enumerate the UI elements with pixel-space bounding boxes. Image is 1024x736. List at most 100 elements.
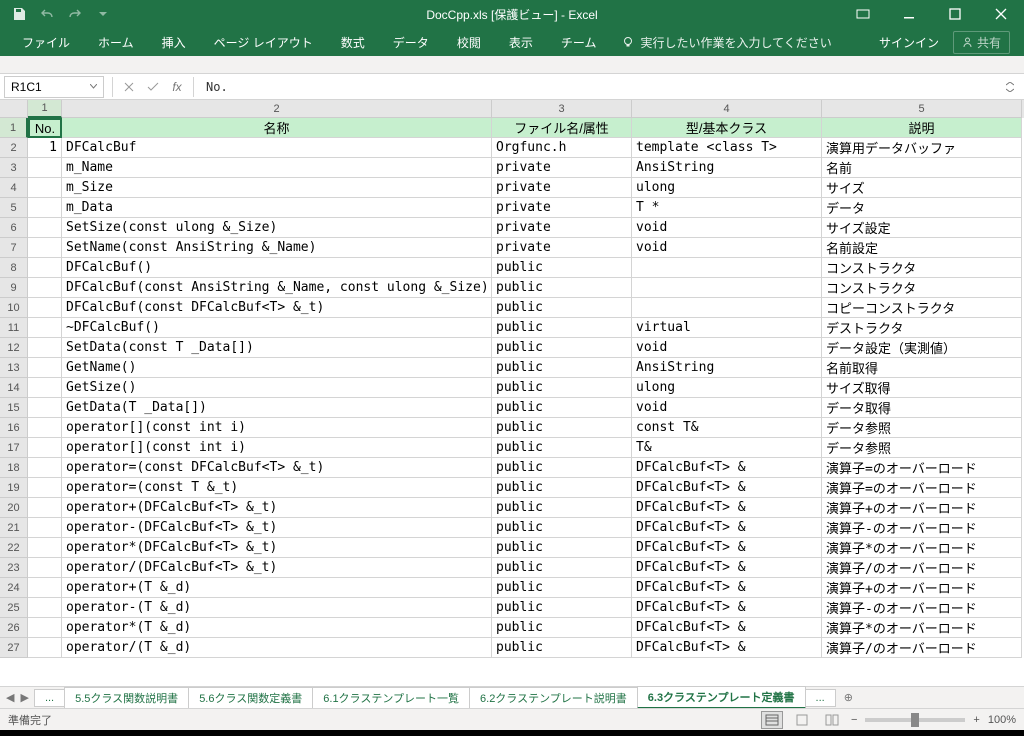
cell[interactable]: public [492,498,632,518]
view-pagelayout-icon[interactable] [791,711,813,729]
row-header[interactable]: 5 [0,198,28,218]
formula-input[interactable]: No. [198,80,1006,94]
cell[interactable]: データ [822,198,1022,218]
cell[interactable]: GetData(T _Data[]) [62,398,492,418]
minimize-icon[interactable] [886,0,932,28]
cell[interactable]: public [492,338,632,358]
tab-insert[interactable]: 挿入 [148,28,200,56]
cell[interactable]: データ設定（実測値） [822,338,1022,358]
cell[interactable]: public [492,358,632,378]
cell[interactable] [28,618,62,638]
cell[interactable]: GetSize() [62,378,492,398]
fx-icon[interactable]: fx [165,76,189,98]
cell[interactable]: public [492,538,632,558]
cell[interactable] [28,298,62,318]
cell[interactable]: public [492,318,632,338]
cell[interactable]: DFCalcBuf<T> & [632,558,822,578]
row-header[interactable]: 24 [0,578,28,598]
row-header[interactable]: 11 [0,318,28,338]
cell[interactable] [632,278,822,298]
cell[interactable]: DFCalcBuf<T> & [632,478,822,498]
cell[interactable]: operator[](const int i) [62,418,492,438]
enter-icon[interactable] [141,76,165,98]
col-header[interactable]: 1 [28,100,62,118]
table-header[interactable]: ファイル名/属性 [492,118,632,138]
cell[interactable]: private [492,238,632,258]
row-header[interactable]: 25 [0,598,28,618]
cell[interactable]: GetName() [62,358,492,378]
cell[interactable]: operator/(T &_d) [62,638,492,658]
cell[interactable]: public [492,418,632,438]
cell[interactable]: template <class T> [632,138,822,158]
cell[interactable]: DFCalcBuf [62,138,492,158]
cell[interactable] [632,258,822,278]
row-header[interactable]: 20 [0,498,28,518]
table-header[interactable]: 名称 [62,118,492,138]
cell[interactable]: const T& [632,418,822,438]
row-header[interactable]: 14 [0,378,28,398]
cell[interactable] [28,558,62,578]
redo-icon[interactable] [62,2,88,26]
cell[interactable]: デストラクタ [822,318,1022,338]
share-button[interactable]: 共有 [953,31,1010,54]
cell[interactable] [28,238,62,258]
zoom-slider[interactable] [865,718,965,722]
cell[interactable] [28,518,62,538]
cell[interactable]: public [492,378,632,398]
sheet-tab[interactable]: 6.2クラステンプレート説明書 [469,687,638,709]
cell[interactable]: 演算子-のオーバーロード [822,518,1022,538]
cell[interactable]: SetSize(const ulong &_Size) [62,218,492,238]
cell[interactable]: void [632,238,822,258]
sheet-nav-prev-icon[interactable]: ◀ [6,691,14,704]
cell[interactable]: 名前設定 [822,238,1022,258]
cell[interactable]: DFCalcBuf(const DFCalcBuf<T> &_t) [62,298,492,318]
add-sheet-icon[interactable]: ⊕ [836,691,861,704]
cell[interactable]: 演算用データバッファ [822,138,1022,158]
row-header[interactable]: 12 [0,338,28,358]
cell[interactable]: private [492,198,632,218]
cell[interactable]: public [492,298,632,318]
cell[interactable] [632,298,822,318]
cell[interactable]: 演算子*のオーバーロード [822,538,1022,558]
row-header[interactable]: 10 [0,298,28,318]
cell[interactable] [28,638,62,658]
table-header[interactable]: 説明 [822,118,1022,138]
cell[interactable] [28,478,62,498]
cell[interactable] [28,378,62,398]
cell[interactable]: AnsiString [632,358,822,378]
select-all-corner[interactable] [0,100,28,118]
col-header[interactable]: 5 [822,100,1022,118]
cell[interactable] [28,498,62,518]
cell[interactable] [28,218,62,238]
zoom-out-icon[interactable]: − [851,714,857,726]
tab-pagelayout[interactable]: ページ レイアウト [200,28,327,56]
tab-home[interactable]: ホーム [84,28,148,56]
cell[interactable] [28,198,62,218]
sheet-tab-more-right[interactable]: ... [805,689,836,707]
cell[interactable]: operator-(DFCalcBuf<T> &_t) [62,518,492,538]
cell[interactable] [28,338,62,358]
row-header[interactable]: 23 [0,558,28,578]
cell[interactable]: コピーコンストラクタ [822,298,1022,318]
cell[interactable] [28,538,62,558]
cell[interactable]: サイズ取得 [822,378,1022,398]
cell[interactable]: 演算子=のオーバーロード [822,478,1022,498]
cell[interactable]: Orgfunc.h [492,138,632,158]
cell[interactable]: T& [632,438,822,458]
cell[interactable]: public [492,438,632,458]
cell[interactable]: T * [632,198,822,218]
cell[interactable] [28,458,62,478]
row-header[interactable]: 19 [0,478,28,498]
cell[interactable] [28,358,62,378]
cell[interactable]: public [492,518,632,538]
row-header[interactable]: 15 [0,398,28,418]
cell[interactable]: operator[](const int i) [62,438,492,458]
cell[interactable]: private [492,218,632,238]
cell[interactable]: public [492,258,632,278]
row-header[interactable]: 8 [0,258,28,278]
cell[interactable]: 演算子*のオーバーロード [822,618,1022,638]
zoom-in-icon[interactable]: + [973,714,979,726]
cell[interactable]: m_Size [62,178,492,198]
tab-review[interactable]: 校閲 [443,28,495,56]
cell[interactable]: 演算子-のオーバーロード [822,598,1022,618]
